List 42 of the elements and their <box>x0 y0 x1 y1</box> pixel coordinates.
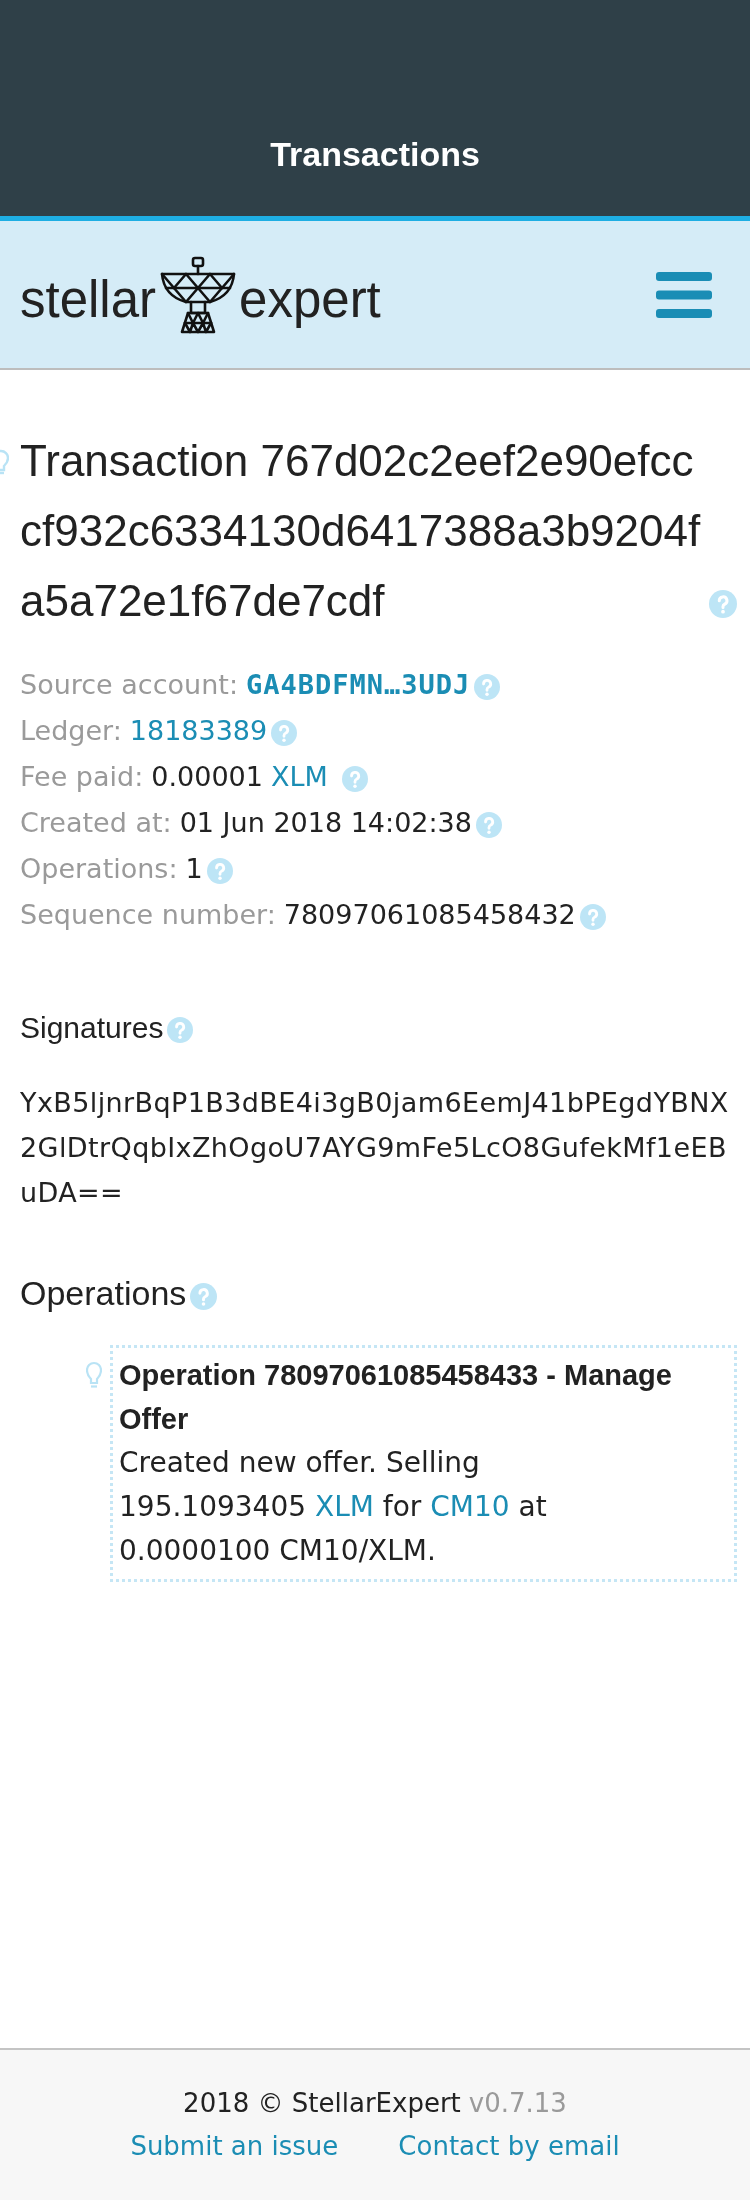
field-label: Operations: <box>20 853 178 884</box>
signature-text: YxB5ljnrBqP1B3dBE4i3gB0jam6EemJ41bPEgdYBNX2GlDtrQqbIxZhOgoU7AYG9mFe5LcO8GufekMf1eEBuDA== <box>20 1086 730 1210</box>
field-value: 01 Jun 2018 14:02:38 <box>179 807 472 838</box>
version-text: v0.7.13 <box>468 2088 567 2118</box>
help-icon[interactable] <box>474 673 501 700</box>
help-icon[interactable] <box>190 1282 218 1310</box>
menu-button[interactable] <box>656 271 712 318</box>
page-title: Transactions <box>270 134 480 174</box>
asset-link[interactable]: XLM <box>270 761 328 792</box>
logo-text: expert <box>239 269 381 330</box>
lightbulb-icon <box>86 1361 102 1389</box>
field-label: Fee paid: <box>20 761 144 792</box>
help-icon[interactable] <box>167 1017 194 1044</box>
operation-description: Created new offer. Selling 195.1093405 XLM for CM10 at 0.0000100 CM10/XLM. <box>119 1445 548 1569</box>
copyright-text: 2018 © StellarExpert <box>183 2088 461 2118</box>
operation-title: Operation 78097061085458433 - Manage Offer <box>119 1358 673 1437</box>
menu-icon <box>656 271 712 318</box>
field-value: 0.00001 <box>151 761 263 792</box>
satellite-dish-icon <box>160 255 237 334</box>
help-icon[interactable] <box>579 903 606 930</box>
help-icon[interactable] <box>341 765 368 792</box>
transaction-title: Transaction 767d02c2eef2e90efcccf932c6334130d6417388a3b9204fa5a72e1f67de7cdf <box>20 435 702 627</box>
help-icon[interactable] <box>709 590 737 618</box>
help-icon[interactable] <box>206 857 233 884</box>
footer-link[interactable]: Contact by email <box>398 2125 620 2168</box>
field-label: Ledger: <box>20 715 122 746</box>
section-heading: Operations <box>20 1274 187 1312</box>
field-label: Created at: <box>20 807 172 838</box>
account-link[interactable]: GA4BDFMN…3UDJ <box>246 669 471 700</box>
field-label: Source account: <box>20 669 238 700</box>
lightbulb-icon <box>0 448 9 476</box>
logo-text: stellar <box>20 269 157 330</box>
value-link[interactable]: 18183389 <box>129 715 268 746</box>
field-label: Sequence number: <box>20 899 276 930</box>
field-value: 78097061085458432 <box>283 899 576 930</box>
help-icon[interactable] <box>475 811 502 838</box>
help-icon[interactable] <box>271 719 298 746</box>
footer-link[interactable]: Submit an issue <box>130 2125 339 2168</box>
asset-link[interactable]: XLM <box>314 1490 374 1523</box>
section-heading: Signatures <box>20 1011 164 1044</box>
asset-link[interactable]: CM10 <box>430 1490 510 1523</box>
field-value: 1 <box>185 853 203 884</box>
